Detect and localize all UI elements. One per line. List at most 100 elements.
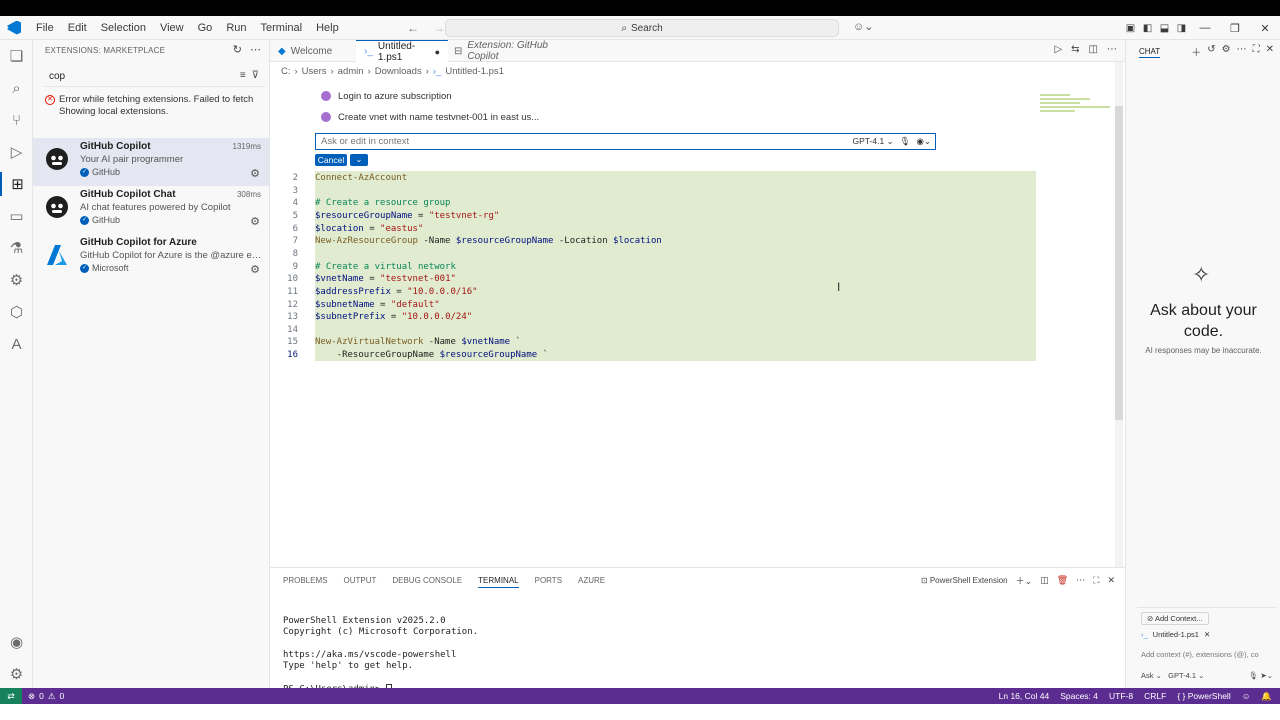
copilot-status-icon[interactable]: ☺ (1242, 688, 1251, 704)
panel-tab-debug-console[interactable]: DEBUG CONSOLE (392, 576, 462, 588)
panel-tab-ports[interactable]: PORTS (535, 576, 562, 588)
menu-run[interactable]: Run (219, 16, 253, 40)
extension-item-github-copilot-azure[interactable]: GitHub Copilot for Azure GitHub Copilot … (33, 234, 269, 282)
remove-context-icon[interactable]: ✕ (1204, 630, 1210, 639)
send-options-icon[interactable]: ◉⌄ (916, 134, 931, 149)
extension-item-github-copilot-chat[interactable]: GitHub Copilot Chat 308ms AI chat featur… (33, 186, 269, 234)
model-picker[interactable]: GPT-4.1 ⌄ (853, 134, 894, 149)
accounts-icon[interactable]: ◉ (0, 630, 33, 654)
chat-mic-icon[interactable]: 🎙 (1249, 671, 1259, 680)
search-view-icon[interactable]: ⌕ (0, 76, 33, 100)
breadcrumb-item[interactable]: Downloads (375, 66, 422, 77)
cancel-options-chevron-icon[interactable]: ⌄ (350, 154, 368, 166)
tab-untitled-ps1[interactable]: ›_ Untitled-1.ps1 ● (356, 40, 448, 63)
azure-icon[interactable]: A (0, 332, 33, 356)
breadcrumb-item[interactable]: Users (302, 66, 327, 77)
code-line[interactable]: 10 $vnetName = "testvnet-001" (270, 273, 1036, 286)
menu-view[interactable]: View (153, 16, 191, 40)
inline-chat-input[interactable]: Ask or edit in context GPT-4.1 ⌄ 🎙 ◉⌄ (315, 133, 936, 150)
tab-extension-copilot[interactable]: ⊟ Extension: GitHub Copilot (446, 40, 576, 62)
explorer-icon[interactable]: ❏ (0, 44, 33, 68)
copilot-menu-icon[interactable]: ☺⌄ (853, 20, 873, 33)
menu-terminal[interactable]: Terminal (254, 16, 310, 40)
more-actions-icon[interactable]: ⋯ (250, 43, 261, 56)
breadcrumb-item[interactable]: Untitled-1.ps1 (445, 66, 504, 77)
restore-icon[interactable]: ❐ (1220, 22, 1250, 35)
chat-tab[interactable]: CHAT (1139, 47, 1161, 58)
chat-settings-icon[interactable]: ⚙ (1222, 44, 1231, 59)
manage-extension-gear-icon[interactable]: ⚙ (250, 263, 260, 276)
line-ending[interactable]: CRLF (1144, 688, 1166, 704)
panel-tab-output[interactable]: OUTPUT (343, 576, 376, 588)
toggle-secondary-sidebar-icon[interactable]: ◨ (1173, 23, 1190, 34)
close-window-icon[interactable]: ✕ (1250, 22, 1280, 35)
clear-filter-icon[interactable]: ≡ (240, 70, 246, 81)
split-editor-icon[interactable]: ◫ (1089, 44, 1098, 55)
microphone-icon[interactable]: 🎙 (900, 134, 911, 149)
layout-icon[interactable]: ▣ (1122, 23, 1139, 34)
encoding[interactable]: UTF-8 (1109, 688, 1133, 704)
menu-edit[interactable]: Edit (61, 16, 94, 40)
extensions-search-input[interactable]: cop (45, 67, 265, 87)
command-center-search[interactable]: ⌕ Search (445, 19, 839, 37)
menu-file[interactable]: File (29, 16, 61, 40)
source-control-icon[interactable]: ⑂ (0, 108, 33, 132)
maximize-chat-icon[interactable]: ⛶ (1253, 44, 1260, 59)
run-icon[interactable]: ▷ (1054, 44, 1062, 55)
breadcrumb-item[interactable]: C: (281, 66, 291, 77)
menu-help[interactable]: Help (309, 16, 346, 40)
code-line[interactable]: 12 $subnetName = "default" (270, 299, 1036, 312)
toggle-panel-icon[interactable]: ⬓ (1156, 23, 1173, 34)
manage-extension-gear-icon[interactable]: ⚙ (250, 167, 260, 180)
problems-status[interactable]: ⊗ 0 ⚠ 0 (28, 688, 64, 704)
chat-more-icon[interactable]: ⋯ (1237, 44, 1247, 59)
code-line[interactable]: 3 (270, 185, 1036, 198)
compare-icon[interactable]: ⇆ (1071, 44, 1079, 55)
code-line[interactable]: 15 New-AzVirtualNetwork -Name $vnetName ` (270, 336, 1036, 349)
code-line[interactable]: 7 New-AzResourceGroup -Name $resourceGrou… (270, 235, 1036, 248)
maximize-panel-icon[interactable]: ⛶ (1093, 575, 1099, 586)
new-chat-icon[interactable]: ＋ (1191, 44, 1201, 59)
chat-mode-picker[interactable]: Ask ⌄ GPT-4.1 ⌄ (1141, 671, 1204, 680)
containers-icon[interactable]: ⬡ (0, 300, 33, 324)
add-context-button[interactable]: ⊘ Add Context... (1141, 612, 1209, 625)
editor-scrollbar-thumb[interactable] (1115, 106, 1123, 420)
menu-selection[interactable]: Selection (94, 16, 153, 40)
split-terminal-icon[interactable]: ◫ (1040, 575, 1049, 586)
panel-tab-problems[interactable]: PROBLEMS (283, 576, 327, 588)
close-panel-icon[interactable]: ✕ (1107, 575, 1115, 586)
refresh-icon[interactable]: ↻ (233, 43, 242, 56)
code-editor[interactable]: 2 Connect-AzAccount 3 4 # Create a resource … (270, 171, 1036, 361)
code-line[interactable]: 9 # Create a virtual network (270, 261, 1036, 274)
minimize-icon[interactable]: — (1190, 22, 1220, 34)
menu-go[interactable]: Go (191, 16, 220, 40)
toggle-sidebar-icon[interactable]: ◧ (1139, 23, 1156, 34)
history-icon[interactable]: ↺ (1207, 44, 1215, 59)
code-line[interactable]: 13 $subnetPrefix = "10.0.0.0/24" (270, 311, 1036, 324)
forward-arrow-icon[interactable]: → (433, 21, 445, 35)
minimap[interactable] (1040, 92, 1112, 116)
unsaved-dot-icon[interactable]: ● (435, 47, 440, 57)
kill-terminal-icon[interactable]: 🗑 (1057, 575, 1068, 586)
manage-gear-icon[interactable]: ⚙ (0, 662, 33, 686)
editor-more-icon[interactable]: ⋯ (1107, 44, 1117, 55)
breadcrumb-item[interactable]: admin (338, 66, 364, 77)
code-line[interactable]: 14 (270, 324, 1036, 337)
code-line[interactable]: 11 $addressPrefix = "10.0.0.0/16" (270, 286, 1036, 299)
code-line[interactable]: 6 $location = "eastus" (270, 223, 1036, 236)
context-file-chip[interactable]: ›_ Untitled-1.ps1 ✕ (1141, 630, 1210, 639)
cursor-position[interactable]: Ln 16, Col 44 (999, 688, 1050, 704)
cancel-button[interactable]: Cancel (315, 154, 347, 166)
run-debug-icon[interactable]: ▷ (0, 140, 33, 164)
filter-icon[interactable]: ⊽ (252, 70, 259, 81)
tab-welcome[interactable]: ◆ Welcome (270, 40, 356, 62)
github-actions-icon[interactable]: ⚙ (0, 268, 33, 292)
code-line[interactable]: 16 -ResourceGroupName $resourceGroupName… (270, 349, 1036, 362)
language-mode[interactable]: { } PowerShell (1177, 688, 1230, 704)
testing-icon[interactable]: ⚗ (0, 236, 33, 260)
terminal-selector[interactable]: ⊡ PowerShell Extension (921, 576, 1008, 585)
panel-more-icon[interactable]: ⋯ (1076, 575, 1085, 586)
code-line[interactable]: 4 # Create a resource group (270, 197, 1036, 210)
code-line[interactable]: 8 (270, 248, 1036, 261)
close-chat-icon[interactable]: ✕ (1266, 44, 1274, 59)
